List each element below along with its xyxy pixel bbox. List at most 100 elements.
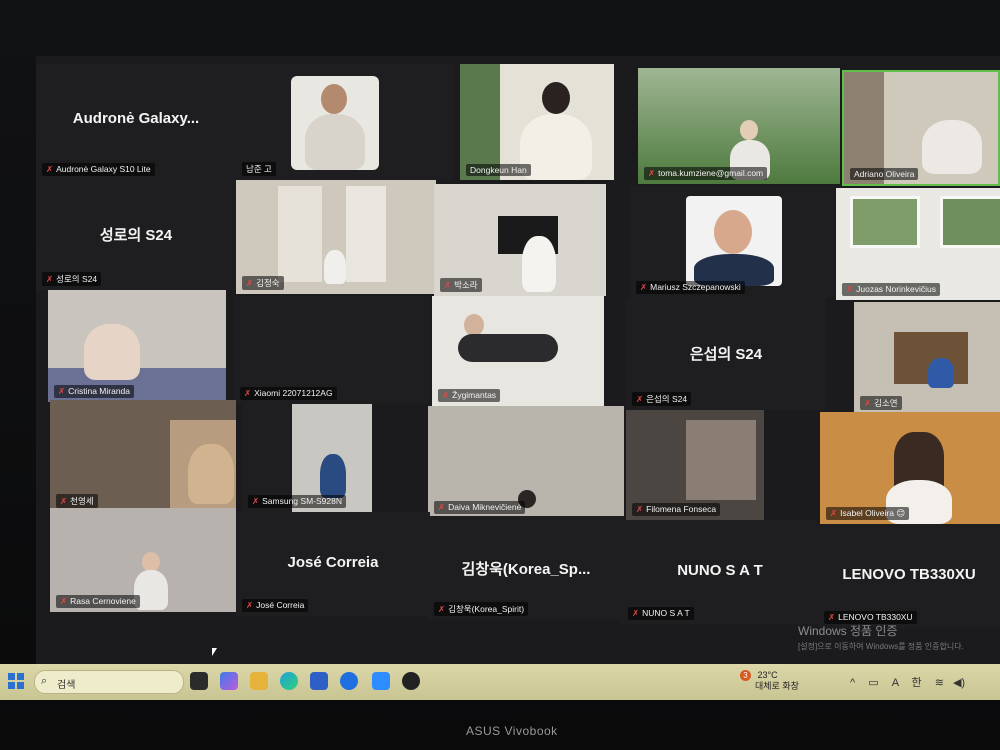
- participant-tile[interactable]: ✗ Rasa Cernoviene: [50, 508, 236, 612]
- participant-tile[interactable]: ✗ Cristina Miranda: [48, 290, 226, 402]
- muted-mic-icon: ✗: [864, 398, 872, 408]
- participant-name-label: Adriano Oliveira: [850, 168, 919, 180]
- participant-tile[interactable]: Dongkeun Han: [460, 64, 614, 180]
- participant-name-label: ✗ 김창욱(Korea_Spirit): [434, 602, 529, 616]
- participant-tile[interactable]: ✗ Samsung SM-S928N: [242, 404, 372, 512]
- participant-tile[interactable]: 김창욱(Korea_Sp... ✗ 김창욱(Korea_Spirit): [428, 516, 624, 620]
- participant-name-label: ✗ 성로의 S24: [42, 272, 102, 286]
- muted-mic-icon: ✗: [846, 284, 854, 294]
- muted-mic-icon: ✗: [828, 612, 836, 622]
- muted-mic-icon: ✗: [46, 274, 54, 284]
- participant-tile[interactable]: 남준 고: [236, 64, 454, 180]
- store-icon[interactable]: [310, 672, 328, 690]
- participant-tile[interactable]: 성로의 S24 ✗ 성로의 S24: [36, 180, 236, 290]
- participant-name-label: ✗ Juozas Norinkevičius: [842, 283, 940, 296]
- participant-name-label: ✗ Cristina Miranda: [54, 385, 135, 398]
- muted-mic-icon: ✗: [636, 394, 644, 404]
- participant-tile[interactable]: ✗ Xiaomi 22071212AG: [234, 296, 430, 404]
- participant-name-label: ✗ Mariusz Szczepanowski: [636, 281, 745, 294]
- muted-mic-icon: ✗: [60, 496, 68, 506]
- participant-tile[interactable]: ✗ Daiva Miknevičienė: [428, 406, 624, 518]
- participant-tile[interactable]: ✗ toma.kumziene@gmail.com: [638, 68, 840, 184]
- windows-start-icon[interactable]: [8, 673, 24, 689]
- muted-mic-icon: ✗: [246, 278, 254, 288]
- laptop-brand-label: ASUS Vivobook: [466, 724, 558, 738]
- participant-tile[interactable]: ✗ Isabel Oliveira 😊: [820, 412, 1000, 524]
- muted-mic-icon: ✗: [640, 282, 648, 292]
- participant-tile[interactable]: ✗ 천영세: [50, 400, 236, 512]
- participant-tile[interactable]: LENOVO TB330XU ✗ LENOVO TB330XU: [818, 524, 1000, 628]
- media-player-icon[interactable]: [402, 672, 420, 690]
- zoom-app-icon[interactable]: [372, 672, 390, 690]
- participant-display-name: José Correia: [287, 553, 379, 571]
- muted-mic-icon: ✗: [632, 608, 640, 618]
- zoom-gallery-view: Audronė Galaxy... ✗ Audronė Galaxy S10 Li…: [36, 56, 1000, 666]
- muted-mic-icon: ✗: [830, 508, 838, 518]
- language-a[interactable]: A: [892, 677, 899, 689]
- network-icon[interactable]: ▭: [868, 677, 878, 689]
- participant-display-name: 성로의 S24: [99, 227, 173, 244]
- task-view-icon[interactable]: [190, 672, 208, 690]
- video-feed: [464, 314, 484, 336]
- activation-subtitle: [설정]으로 이동하여 Windows를 정품 인증합니다.: [798, 642, 964, 651]
- video-feed: [142, 552, 160, 572]
- search-icon: ⌕: [41, 675, 48, 687]
- participant-tile-active-speaker[interactable]: Adriano Oliveira: [842, 70, 1000, 186]
- edge-browser-icon[interactable]: [280, 672, 298, 690]
- video-feed: [291, 76, 379, 170]
- muted-mic-icon: ✗: [444, 280, 452, 290]
- muted-mic-icon: ✗: [636, 504, 644, 514]
- participant-name-label: ✗ 김소연: [860, 396, 902, 410]
- participant-tile[interactable]: Audronė Galaxy... ✗ Audronė Galaxy S10 Li…: [36, 64, 236, 180]
- speaker-icon[interactable]: ◀): [953, 677, 965, 689]
- participant-name-label: ✗ Samsung SM-S928N: [248, 495, 346, 508]
- participant-name-label: ✗ Daiva Miknevičienė: [434, 501, 526, 514]
- participant-tile[interactable]: ✗ Juozas Norinkevičius: [836, 188, 1000, 300]
- participant-display-name: LENOVO TB330XU: [842, 565, 976, 583]
- copilot-icon[interactable]: [220, 672, 238, 690]
- video-feed: [278, 186, 322, 282]
- muted-mic-icon: ✗: [648, 168, 656, 178]
- search-label: 검색: [57, 680, 76, 691]
- activation-title: Windows 정품 인증: [798, 624, 898, 638]
- participant-name-label: ✗ Rasa Cernoviene: [56, 595, 140, 608]
- participant-tile[interactable]: ✗ Žygimantas: [432, 296, 604, 406]
- messenger-icon[interactable]: [340, 672, 358, 690]
- weather-badge: 3: [740, 670, 751, 681]
- participant-name-label: ✗ 김정숙: [242, 276, 284, 290]
- participant-tile[interactable]: ✗ 박소라: [434, 184, 606, 296]
- file-explorer-icon[interactable]: [250, 672, 268, 690]
- participant-display-name: 은섭의 S24: [689, 345, 763, 363]
- participant-tile[interactable]: ✗ 김소연: [854, 302, 1000, 414]
- participant-tile[interactable]: 은섭의 S24 ✗ 은섭의 S24: [626, 298, 826, 410]
- participant-display-name: 김창욱(Korea_Sp...: [461, 560, 591, 578]
- participant-tile[interactable]: ✗ Filomena Fonseca: [626, 410, 764, 520]
- video-feed: [850, 196, 920, 248]
- language-han[interactable]: 한: [912, 677, 922, 689]
- muted-mic-icon: ✗: [438, 502, 446, 512]
- muted-mic-icon: ✗: [246, 600, 254, 610]
- taskbar-search-box[interactable]: ⌕ 검색: [34, 670, 184, 694]
- video-feed: [460, 64, 500, 180]
- weather-widget[interactable]: 3 23°C 대체로 화창: [740, 670, 799, 692]
- chevron-up-icon[interactable]: ^: [850, 677, 855, 689]
- wifi-icon[interactable]: ≋: [935, 677, 944, 689]
- participant-tile[interactable]: ✗ Mariusz Szczepanowski: [630, 186, 834, 298]
- windows-taskbar: ⌕ 검색 3 23°C 대체로 화창 ^ ▭ A 한 ≋ ◀): [0, 664, 1000, 700]
- video-feed: [686, 420, 756, 500]
- muted-mic-icon: ✗: [438, 604, 446, 614]
- participant-name-label: ✗ toma.kumziene@gmail.com: [644, 167, 768, 180]
- participant-name-label: ✗ José Correia: [242, 599, 309, 612]
- participant-display-name: Audronė Galaxy...: [72, 110, 200, 128]
- muted-mic-icon: ✗: [46, 164, 54, 174]
- participant-name-label: ✗ Audronė Galaxy S10 Lite: [42, 163, 155, 176]
- participant-name-label: ✗ LENOVO TB330XU: [824, 611, 917, 624]
- participant-tile[interactable]: José Correia ✗ José Correia: [236, 512, 430, 616]
- participant-tile[interactable]: NUNO S A T ✗ NUNO S A T: [622, 520, 818, 624]
- participant-name-label: ✗ 천영세: [56, 494, 98, 508]
- muted-mic-icon: ✗: [252, 496, 260, 506]
- participant-tile[interactable]: ✗ 김정숙: [236, 180, 436, 294]
- participant-name-label: Dongkeun Han: [466, 164, 531, 176]
- participant-name-label: ✗ NUNO S A T: [628, 607, 694, 620]
- participant-display-name: NUNO S A T: [677, 561, 763, 579]
